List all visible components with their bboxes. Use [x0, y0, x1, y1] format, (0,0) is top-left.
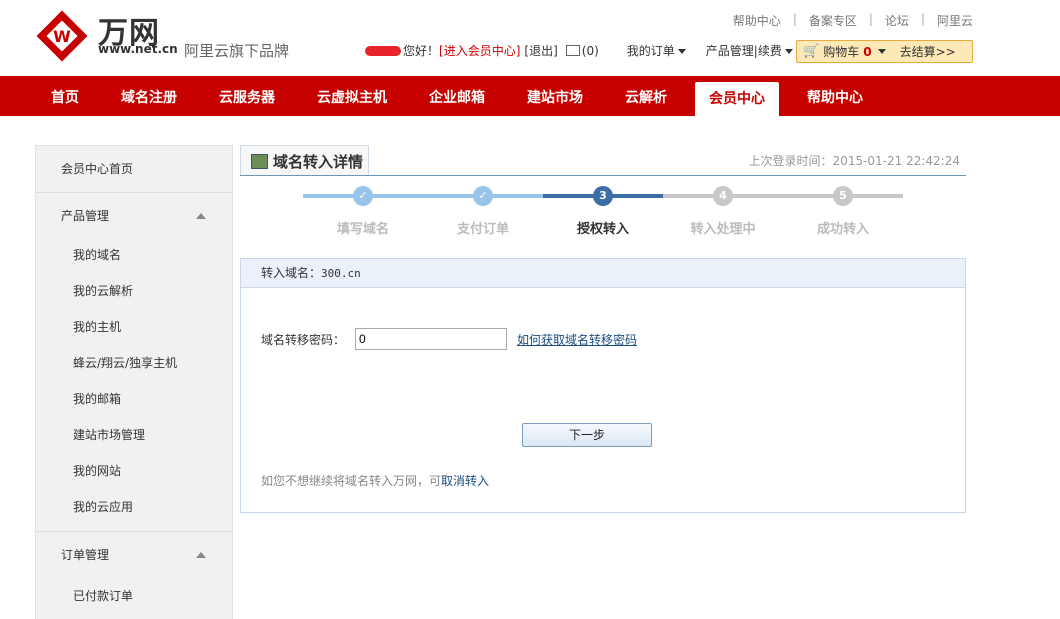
message-count: (0)	[581, 43, 599, 58]
sidebar-item-paid-orders[interactable]: 已付款订单	[36, 578, 232, 614]
page-title-tab: 域名转入详情	[240, 145, 369, 176]
sidebar: 会员中心首页 产品管理 我的域名 我的云解析 我的主机 蜂云/翔云/独享主机 我…	[35, 145, 233, 619]
sidebar-group-products[interactable]: 产品管理	[36, 193, 232, 239]
sidebar-item-my-sites[interactable]: 我的网站	[36, 453, 232, 489]
step-label-1: 填写域名	[336, 222, 389, 237]
user-bar: 您好！ [进入会员中心] [退出] (0) 我的订单 产品管理|续费	[365, 42, 793, 59]
svg-text:W: W	[53, 27, 71, 46]
cancel-hint: 如您不想继续将域名转入万网，可取消转入	[261, 472, 489, 489]
sidebar-item-member-home[interactable]: 会员中心首页	[36, 146, 232, 193]
sidebar-group-orders[interactable]: 订单管理	[36, 531, 232, 578]
member-center-link[interactable]: [进入会员中心]	[439, 42, 520, 59]
last-login-time: 上次登录时间：2015-01-21 22:42:24	[748, 154, 960, 168]
cart-label: 购物车	[823, 45, 860, 59]
nav-virtual-host[interactable]: 云虚拟主机	[317, 76, 387, 116]
nav-member-center[interactable]: 会员中心	[695, 82, 779, 116]
domain-value: 300.cn	[321, 267, 361, 280]
step-label-3: 授权转入	[576, 222, 629, 237]
mail-icon	[565, 45, 580, 56]
nav-help-center[interactable]: 帮助中心	[807, 76, 863, 116]
sidebar-item-dedicated-hosts[interactable]: 蜂云/翔云/独享主机	[36, 345, 232, 381]
wanwang-logo-icon[interactable]: W	[32, 6, 92, 66]
domain-label: 转入域名：	[261, 266, 322, 280]
sidebar-item-my-cloud-apps[interactable]: 我的云应用	[36, 489, 232, 525]
brand-url: www.net.cn	[98, 42, 178, 56]
brand-slogan: 阿里云旗下品牌	[184, 42, 290, 60]
chevron-down-icon[interactable]	[877, 49, 886, 54]
sidebar-item-label: 会员中心首页	[61, 162, 134, 176]
next-step-button[interactable]: 下一步	[522, 423, 652, 447]
cancel-transfer-link[interactable]: 取消转入	[441, 474, 489, 488]
cancel-hint-text: 如您不想继续将域名转入万网，可	[261, 474, 442, 488]
nav-home[interactable]: 首页	[51, 76, 79, 116]
nav-cloud-server[interactable]: 云服务器	[219, 76, 275, 116]
checkout-link[interactable]: 去结算>>	[900, 43, 956, 60]
sidebar-item-site-market[interactable]: 建站市场管理	[36, 417, 232, 453]
chevron-down-icon	[784, 49, 793, 54]
shopping-cart-icon: 🛒	[803, 44, 820, 59]
page-title: 域名转入详情	[273, 152, 364, 171]
my-orders-menu[interactable]: 我的订单	[627, 42, 686, 59]
header: W 万网 www.net.cn 阿里云旗下品牌 帮助中心 | 备案专区 | 论坛 | …	[0, 0, 1060, 76]
step-label-2: 支付订单	[456, 222, 509, 237]
nav-site-market[interactable]: 建站市场	[527, 76, 583, 116]
step-2-check-icon: ✓	[473, 186, 493, 206]
top-links: 帮助中心 | 备案专区 | 论坛 | 阿里云	[721, 12, 973, 29]
how-to-get-password-link[interactable]: 如何获取域名转移密码	[517, 331, 637, 348]
sidebar-item-my-hosts[interactable]: 我的主机	[36, 309, 232, 345]
step-4-number: 4	[713, 186, 733, 206]
nav-domain-register[interactable]: 域名注册	[121, 76, 177, 116]
top-link-forum[interactable]: 论坛	[873, 12, 921, 29]
collapse-arrow-icon[interactable]	[196, 552, 206, 558]
product-management-label: 产品管理|续费	[705, 44, 782, 58]
panel-header: 转入域名：300.cn	[241, 259, 965, 288]
nav-enterprise-mail[interactable]: 企业邮箱	[429, 76, 485, 116]
step-bar-pending	[663, 194, 903, 198]
divider	[240, 175, 966, 176]
password-label: 域名转移密码：	[261, 332, 346, 347]
transfer-panel: 转入域名：300.cn 域名转移密码： 如何获取域名转移密码 下一步 如您不想继…	[240, 258, 966, 513]
transfer-password-input[interactable]	[355, 328, 508, 350]
messages-link[interactable]: (0)	[565, 43, 599, 58]
collapse-arrow-icon[interactable]	[196, 213, 206, 219]
logout-link[interactable]: [退出]	[524, 42, 557, 59]
sidebar-group-label: 产品管理	[61, 209, 110, 223]
step-3-number: 3	[593, 186, 613, 206]
progress-steps: ✓ ✓ 3 4 5 填写域名 支付订单 授权转入 转入处理中 成功转入	[303, 186, 903, 246]
step-5-number: 5	[833, 186, 853, 206]
greeting: 您好！	[403, 44, 440, 58]
product-management-menu[interactable]: 产品管理|续费	[706, 42, 793, 59]
cart-box[interactable]: 🛒 购物车 0 去结算>>	[796, 40, 973, 63]
document-icon	[251, 153, 268, 169]
top-link-help[interactable]: 帮助中心	[721, 12, 793, 29]
sidebar-item-my-domains[interactable]: 我的域名	[36, 237, 232, 273]
nav-cloud-dns[interactable]: 云解析	[625, 76, 667, 116]
sidebar-item-my-dns[interactable]: 我的云解析	[36, 273, 232, 309]
chevron-down-icon	[677, 49, 686, 54]
step-1-check-icon: ✓	[353, 186, 373, 206]
redacted-username	[365, 45, 401, 56]
cart-count: 0	[863, 44, 872, 59]
my-orders-label: 我的订单	[626, 44, 675, 58]
top-link-aliyun[interactable]: 阿里云	[925, 12, 973, 29]
step-label-4: 转入处理中	[690, 222, 756, 237]
password-row: 域名转移密码： 如何获取域名转移密码	[261, 328, 637, 350]
step-label-5: 成功转入	[816, 222, 869, 237]
sidebar-item-my-mail[interactable]: 我的邮箱	[36, 381, 232, 417]
step-bar-done	[303, 194, 543, 198]
sidebar-group-label: 订单管理	[61, 548, 110, 562]
main-nav: 首页 域名注册 云服务器 云虚拟主机 企业邮箱 建站市场 云解析 会员中心 帮助…	[0, 76, 1060, 116]
top-link-beian[interactable]: 备案专区	[797, 12, 869, 29]
